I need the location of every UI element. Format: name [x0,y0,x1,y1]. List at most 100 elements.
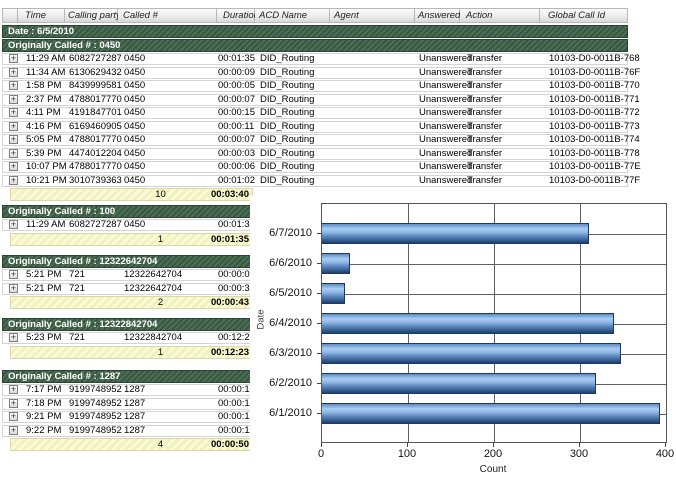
cell-call_id: 10103-D0-0011B-768 [541,54,629,64]
cell-called: 12322642704 [119,270,218,280]
group-header[interactable]: Originally Called # : 0450 [2,39,628,52]
chart-bar [322,223,589,244]
expand-icon[interactable]: + [9,68,18,77]
expand-icon[interactable]: + [9,333,18,342]
column-header-agent[interactable]: Agent [330,8,415,23]
table-row: +11:29 AM6082727287045000:01:35 [2,219,255,231]
cell-called: 0450 [119,149,218,159]
cell-duration: 00:01:35 [218,54,256,64]
cell-time: 10:07 PM [19,162,66,172]
horizontal-gridline [322,264,666,265]
expand-icon[interactable]: + [9,412,18,421]
expand-icon[interactable]: + [9,162,18,171]
cell-called: 0450 [119,95,218,105]
summary-total: 00:01:35 [179,235,249,245]
group-section: Originally Called # : 12322842704 +5:23 P… [2,318,255,359]
cell-call_id: 10103-D0-0011B-77F [541,176,629,186]
cell-time: 9:21 PM [19,412,66,422]
y-tick-label: 6/3/2010 [250,347,312,359]
group-header[interactable]: Originally Called # : 12322642704 [2,255,255,268]
cell-answered: Unanswered [416,176,461,186]
cell-duration: 00:00:07 [218,95,256,105]
cell-agent [331,122,416,132]
cell-acd: DID_Routing [256,162,331,172]
cell-time: 11:29 AM [19,54,66,64]
column-header-called[interactable]: Called # [118,8,217,23]
cell-answered: Unanswered [416,135,461,145]
expand-cell: + [3,270,19,280]
cell-acd: DID_Routing [256,81,331,91]
y-tick-mark [317,233,321,234]
x-tick-mark [321,442,322,447]
expand-icon[interactable]: + [9,54,18,63]
expand-cell: + [3,385,19,395]
x-tick-mark [493,442,494,447]
column-header-acd[interactable]: ACD Name [255,8,330,23]
summary-total: 00:03:40 [179,190,249,200]
cell-agent [331,162,416,172]
expand-icon[interactable]: + [9,220,18,229]
cell-time: 5:23 PM [19,333,66,343]
cell-acd: DID_Routing [256,108,331,118]
cell-agent [331,135,416,145]
group-header[interactable]: Originally Called # : 100 [2,205,255,218]
call-report-page: { "table": { "columns": [ {"id":"expand"… [0,0,676,485]
cell-called: 0450 [119,135,218,145]
table-row: +10:07 PM4788017770045000:00:06DID_Routi… [2,161,628,173]
expand-icon[interactable]: + [9,426,18,435]
expand-icon[interactable]: + [9,122,18,131]
cell-call_id: 10103-D0-0011B-773 [541,122,629,132]
cell-agent [331,108,416,118]
cell-called: 12322842704 [119,333,218,343]
column-header-action[interactable]: Action [460,8,540,23]
group-section: Originally Called # : 1287+7:17 PM919974… [2,370,255,451]
cell-answered: Unanswered [416,68,461,78]
cell-action: Transfer [461,122,541,132]
cell-action: Transfer [461,54,541,64]
column-header-call_id[interactable]: Global Call Id [540,8,628,23]
y-tick-mark [317,293,321,294]
column-header-expand[interactable] [2,8,18,23]
cell-calling: 9199748952 [66,412,119,422]
cell-acd: DID_Routing [256,122,331,132]
cell-called: 0450 [119,108,218,118]
horizontal-gridline [322,294,666,295]
summary-total: 00:00:50 [179,440,249,450]
cell-time: 7:18 PM [19,399,66,409]
cell-acd: DID_Routing [256,95,331,105]
cell-calling: 721 [66,333,119,343]
expand-icon[interactable]: + [9,135,18,144]
group-header-label: Originally Called # : 0450 [8,40,120,51]
group-header[interactable]: Originally Called # : 1287 [2,370,255,383]
cell-time: 11:29 AM [19,220,66,230]
cell-calling: 6130629432 [66,68,119,78]
chart-bar [322,253,350,274]
cell-time: 5:05 PM [19,135,66,145]
date-group-header[interactable]: Date : 6/5/2010 [2,25,628,38]
cell-call_id: 10103-D0-0011B-771 [541,95,629,105]
expand-icon[interactable]: + [9,95,18,104]
expand-icon[interactable]: + [9,399,18,408]
expand-icon[interactable]: + [9,176,18,185]
expand-icon[interactable]: + [9,284,18,293]
group-section: Originally Called # : 12322642704+5:21 P… [2,255,255,309]
date-group-label: Date : 6/5/2010 [8,26,74,37]
expand-icon[interactable]: + [9,149,18,158]
cell-calling: 6082727287 [66,220,119,230]
cell-called: 0450 [119,54,218,64]
expand-cell: + [3,220,19,230]
group-summary-row: 400:00:50 [10,438,253,451]
expand-icon[interactable]: + [9,81,18,90]
column-header-calling[interactable]: Calling party # [65,8,118,23]
expand-icon[interactable]: + [9,108,18,117]
expand-icon[interactable]: + [9,385,18,394]
cell-time: 5:39 PM [19,149,66,159]
cell-action: Transfer [461,108,541,118]
column-header-answered[interactable]: Answered [415,8,460,23]
cell-agent [331,81,416,91]
table-row: +5:39 PM4474012204045000:00:03DID_Routin… [2,148,628,160]
column-header-duration[interactable]: Duration [217,8,255,23]
expand-icon[interactable]: + [9,270,18,279]
column-header-time[interactable]: Time [18,8,65,23]
group-header[interactable]: Originally Called # : 12322842704 [2,318,255,331]
